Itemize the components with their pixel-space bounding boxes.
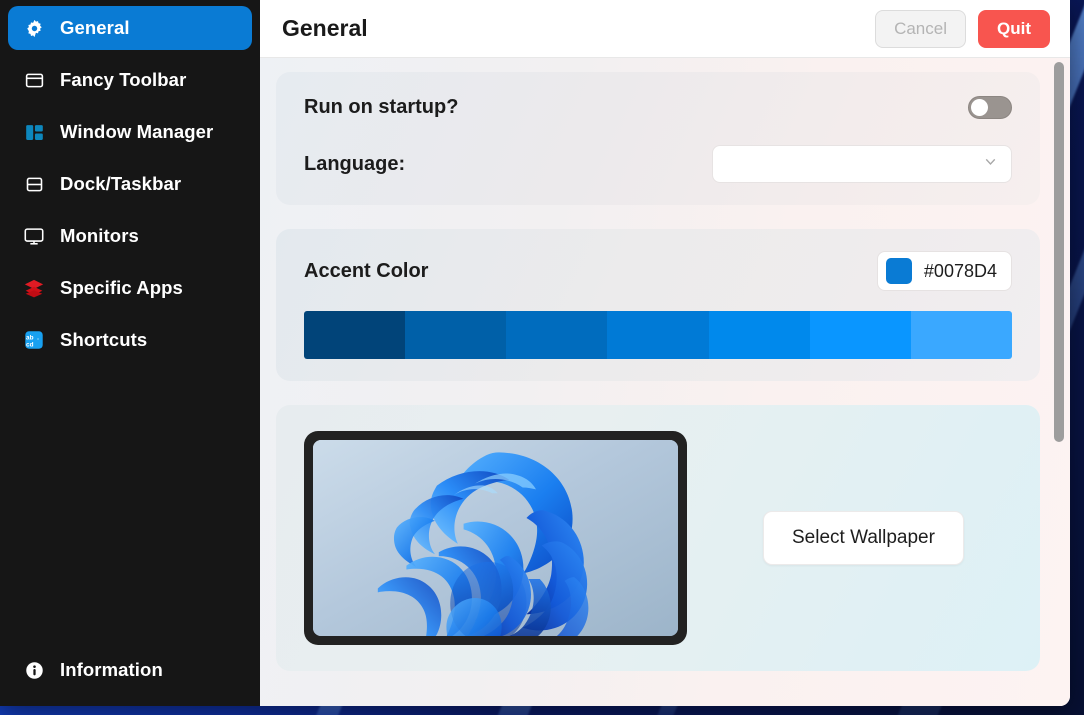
sidebar-item-label: Monitors — [60, 225, 139, 246]
dock-icon — [22, 172, 46, 196]
sidebar-item-information[interactable]: Information — [8, 648, 252, 692]
palette-band-2[interactable] — [506, 311, 608, 359]
language-label: Language: — [304, 152, 406, 175]
sidebar-item-label: Specific Apps — [60, 277, 183, 298]
run-on-startup-row: Run on startup? — [304, 96, 1012, 119]
wallpaper-preview-frame — [304, 431, 687, 645]
sidebar-item-specific-apps[interactable]: Specific Apps — [8, 266, 252, 310]
palette-band-0[interactable] — [304, 311, 406, 359]
palette-band-3[interactable] — [607, 311, 709, 359]
sidebar-item-fancy-toolbar[interactable]: Fancy Toolbar — [8, 58, 252, 102]
select-wallpaper-button[interactable]: Select Wallpaper — [763, 511, 964, 565]
accent-color-palette — [304, 311, 1012, 359]
settings-scroll-area[interactable]: Run on startup? Language: Accent Color #… — [260, 58, 1070, 706]
monitor-icon — [22, 224, 46, 248]
palette-band-4[interactable] — [708, 311, 810, 359]
wallpaper-row: Select Wallpaper — [304, 431, 1012, 645]
palette-band-6[interactable] — [910, 311, 1012, 359]
layout-grid-icon — [22, 120, 46, 144]
svg-text:cd: cd — [26, 341, 34, 348]
cancel-button[interactable]: Cancel — [875, 9, 966, 48]
sidebar-item-label: General — [60, 17, 130, 38]
accent-color-swatch — [885, 258, 912, 284]
language-row: Language: — [304, 145, 1012, 183]
palette-band-1[interactable] — [405, 311, 507, 359]
accent-color-badge[interactable]: #0078D4 — [876, 251, 1012, 291]
info-icon — [22, 658, 46, 682]
wallpaper-card: Select Wallpaper — [276, 405, 1040, 671]
run-on-startup-toggle[interactable] — [968, 96, 1012, 119]
scrollbar-track[interactable] — [1054, 58, 1064, 706]
settings-window: General Fancy Toolbar Window Manager Doc… — [0, 0, 1070, 706]
sidebar-item-label: Shortcuts — [60, 329, 148, 350]
page-title: General — [282, 15, 368, 41]
desktop-background: General Fancy Toolbar Window Manager Doc… — [0, 0, 1084, 715]
settings-cards: Run on startup? Language: Accent Color #… — [260, 72, 1070, 671]
sidebar-item-label: Information — [60, 659, 163, 680]
layers-icon — [22, 276, 46, 300]
scrollbar-thumb[interactable] — [1054, 62, 1064, 442]
general-settings-card: Run on startup? Language: — [276, 72, 1040, 205]
keyboard-abc-icon: ab cd . — [22, 328, 46, 352]
sidebar-item-label: Dock/Taskbar — [60, 173, 182, 194]
sidebar: General Fancy Toolbar Window Manager Doc… — [0, 0, 260, 706]
content-pane: General Cancel Quit Run on startup? Lang… — [260, 0, 1070, 706]
sidebar-item-monitors[interactable]: Monitors — [8, 214, 252, 258]
accent-color-header-row: Accent Color #0078D4 — [304, 251, 1012, 291]
wallpaper-preview-image — [313, 440, 678, 636]
run-on-startup-label: Run on startup? — [304, 96, 459, 118]
bloom-graphic — [313, 440, 678, 636]
chevron-down-icon — [982, 153, 999, 175]
svg-text:ab: ab — [26, 334, 34, 341]
sidebar-item-shortcuts[interactable]: ab cd . Shortcuts — [8, 318, 252, 362]
content-header: General Cancel Quit — [260, 0, 1070, 58]
sidebar-item-label: Window Manager — [60, 121, 214, 142]
quit-button[interactable]: Quit — [978, 9, 1050, 48]
svg-text:.: . — [37, 334, 39, 341]
toggle-knob — [971, 99, 988, 116]
accent-color-card: Accent Color #0078D4 — [276, 229, 1040, 381]
sidebar-item-label: Fancy Toolbar — [60, 69, 187, 90]
toolbar-icon — [22, 68, 46, 92]
sidebar-item-window-manager[interactable]: Window Manager — [8, 110, 252, 154]
sidebar-item-dock-taskbar[interactable]: Dock/Taskbar — [8, 162, 252, 206]
sidebar-item-general[interactable]: General — [8, 6, 252, 50]
language-dropdown[interactable] — [712, 145, 1012, 183]
gear-icon — [22, 16, 46, 40]
accent-color-title: Accent Color — [304, 259, 429, 282]
palette-band-5[interactable] — [809, 311, 911, 359]
accent-color-hex: #0078D4 — [923, 260, 997, 281]
